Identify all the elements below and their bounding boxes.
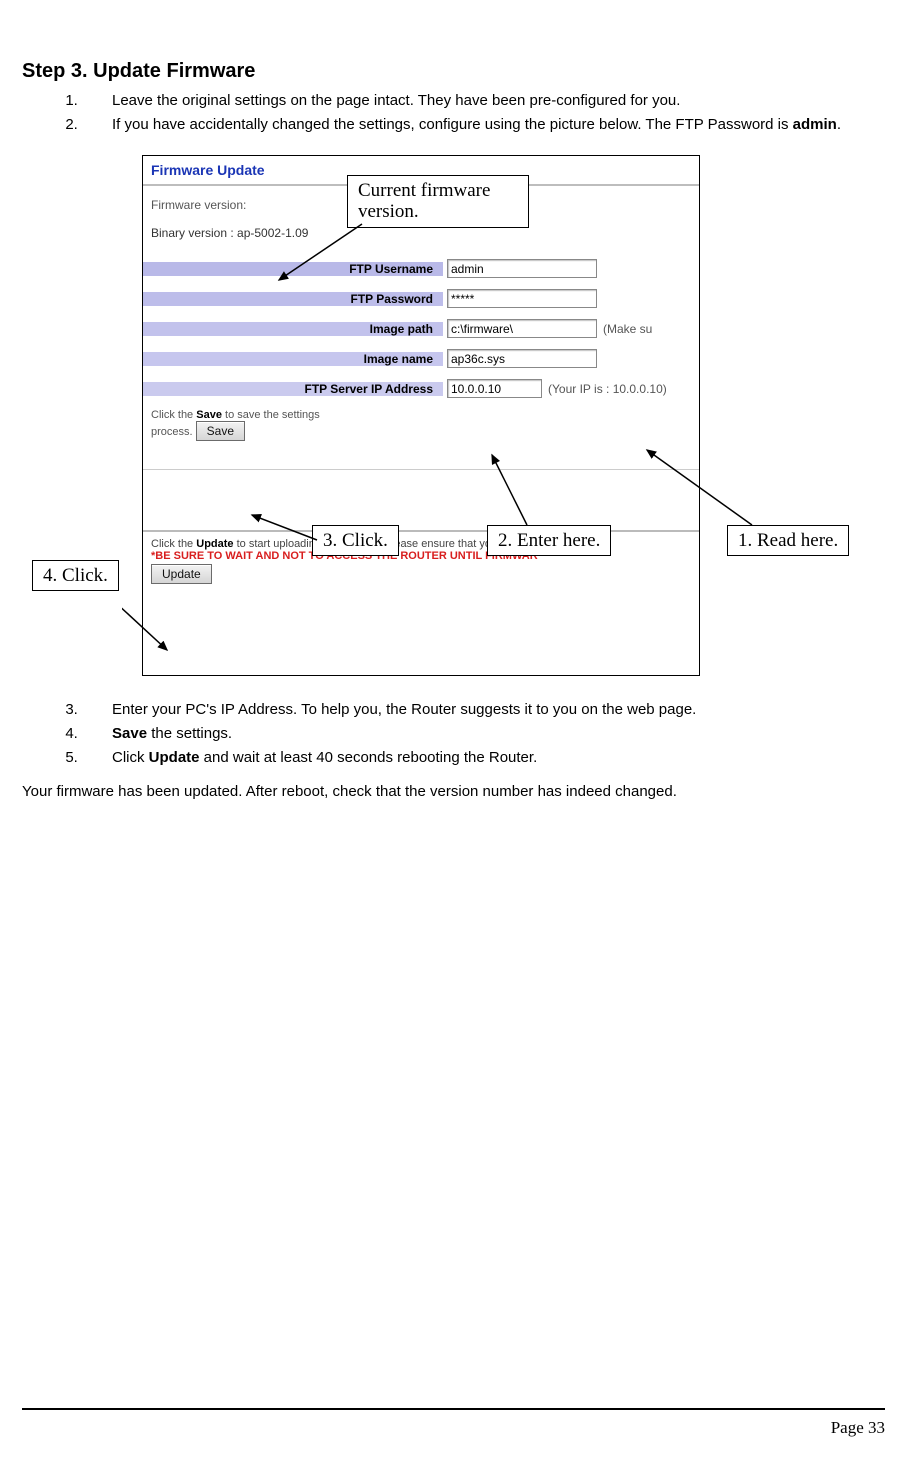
firmware-update-panel: Firmware Update Firmware version: Binary… [142, 155, 700, 676]
callout-step1: 1. Read here. [727, 525, 849, 557]
callout-step3: 3. Click. [312, 525, 399, 557]
input-image-name[interactable] [447, 349, 597, 368]
save-row: Click the Save to save the settings proc… [143, 404, 699, 443]
footer-rule [22, 1408, 885, 1410]
input-ftp-password[interactable] [447, 289, 597, 308]
label-image-path: Image path [143, 322, 443, 336]
hint-ftp-ip: (Your IP is : 10.0.0.10) [548, 382, 667, 396]
hint-image-path: (Make su [603, 322, 652, 336]
save-button[interactable]: Save [196, 421, 245, 441]
instruction-list-bottom: Enter your PC's IP Address. To help you,… [82, 700, 885, 769]
panel-spacer [143, 469, 699, 532]
row-image-path: Image path (Make su [143, 314, 699, 344]
label-ftp-ip: FTP Server IP Address [143, 382, 443, 396]
input-ftp-username[interactable] [447, 259, 597, 278]
list-item: Leave the original settings on the page … [82, 91, 885, 111]
row-image-name: Image name [143, 344, 699, 374]
label-ftp-username: FTP Username [143, 262, 443, 276]
input-ftp-ip[interactable] [447, 379, 542, 398]
list-item: Save the settings. [82, 724, 885, 744]
page-number: Page 33 [831, 1418, 885, 1438]
form-area: FTP Username FTP Password Image path (Ma… [143, 254, 699, 404]
label-image-name: Image name [143, 352, 443, 366]
callout-step2: 2. Enter here. [487, 525, 611, 557]
update-block: Click the Update to start uploading of f… [143, 532, 699, 590]
list-item: Enter your PC's IP Address. To help you,… [82, 700, 885, 720]
callout-step4: 4. Click. [32, 560, 119, 592]
step-title: Step 3. Update Firmware [22, 60, 885, 83]
binary-version: Binary version : ap-5002-1.09 [143, 226, 699, 254]
list-item: If you have accidentally changed the set… [82, 115, 885, 135]
save-instruction: Click the Save to save the settings proc… [151, 406, 320, 441]
callout-firmware-version: Current firmware version. [347, 175, 529, 229]
update-button[interactable]: Update [151, 564, 212, 584]
closing-paragraph: Your firmware has been updated. After re… [22, 782, 885, 802]
label-ftp-password: FTP Password [143, 292, 443, 306]
row-ftp-ip: FTP Server IP Address (Your IP is : 10.0… [143, 374, 699, 404]
document-page: Step 3. Update Firmware Leave the origin… [0, 0, 907, 1466]
input-image-path[interactable] [447, 319, 597, 338]
figure-wrapper: Firmware Update Firmware version: Binary… [122, 150, 907, 700]
row-ftp-username: FTP Username [143, 254, 699, 284]
list-item: Click Update and wait at least 40 second… [82, 748, 885, 768]
row-ftp-password: FTP Password [143, 284, 699, 314]
instruction-list-top: Leave the original settings on the page … [82, 91, 885, 136]
